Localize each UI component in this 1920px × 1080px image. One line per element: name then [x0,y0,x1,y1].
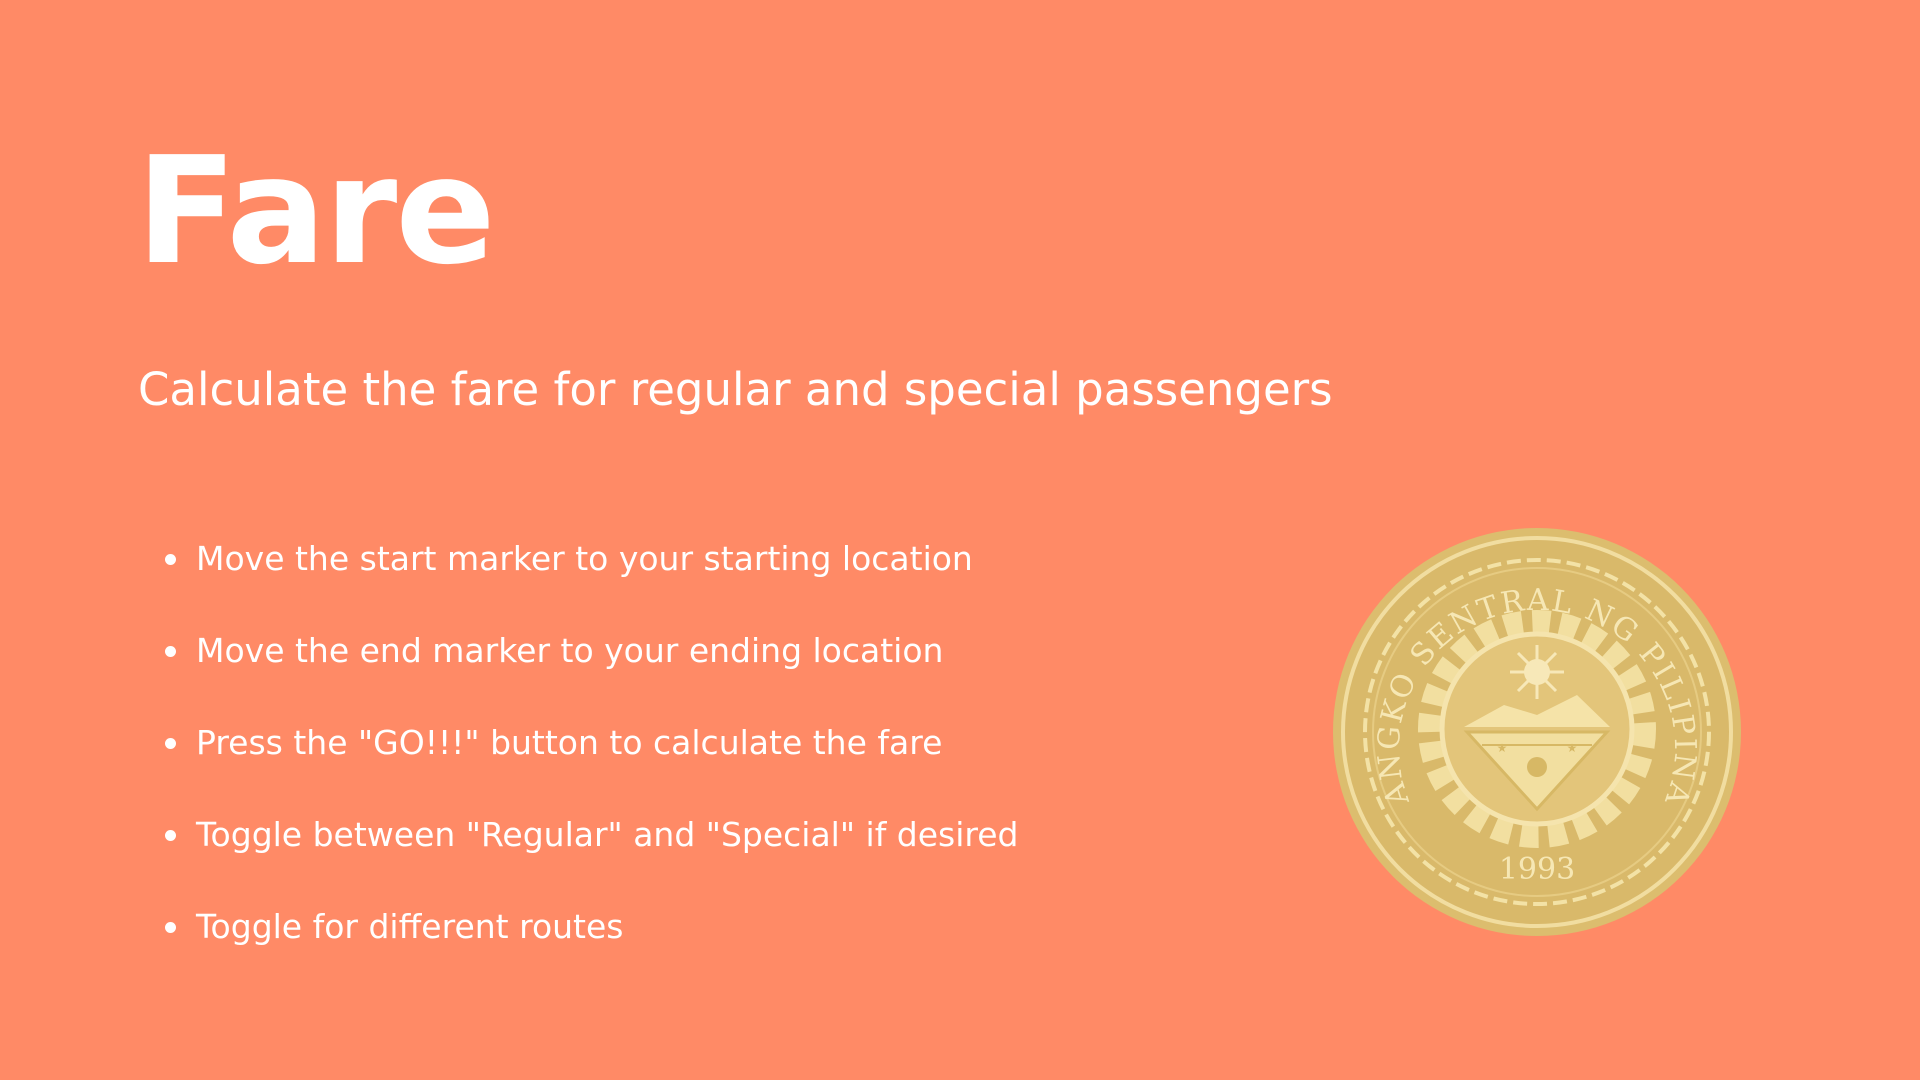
list-item: Toggle between "Regular" and "Special" i… [160,806,1019,898]
coin-seal-icon: BANGKO SENTRAL NG PILIPINAS 1993 ★ ★ [1332,527,1741,936]
slide: Fare Calculate the fare for regular and … [0,0,1920,1080]
svg-text:★: ★ [1567,741,1578,755]
bullet-icon [165,554,176,565]
step-text: Press the "GO!!!" button to calculate th… [196,723,943,762]
bullet-icon [165,830,176,841]
step-text: Toggle for different routes [196,907,624,946]
step-text: Move the end marker to your ending locat… [196,631,944,670]
bullet-icon [165,646,176,657]
slide-title: Fare [136,125,496,297]
svg-text:★: ★ [1497,741,1508,755]
steps-list: Move the start marker to your starting l… [160,530,1019,990]
slide-subtitle: Calculate the fare for regular and speci… [138,363,1333,416]
bullet-icon [165,922,176,933]
list-item: Move the start marker to your starting l… [160,530,1019,622]
step-text: Move the start marker to your starting l… [196,539,973,578]
coin-year: 1993 [1499,852,1575,887]
bullet-icon [165,738,176,749]
list-item: Move the end marker to your ending locat… [160,622,1019,714]
step-text: Toggle between "Regular" and "Special" i… [196,815,1019,854]
list-item: Press the "GO!!!" button to calculate th… [160,714,1019,806]
list-item: Toggle for different routes [160,898,1019,990]
